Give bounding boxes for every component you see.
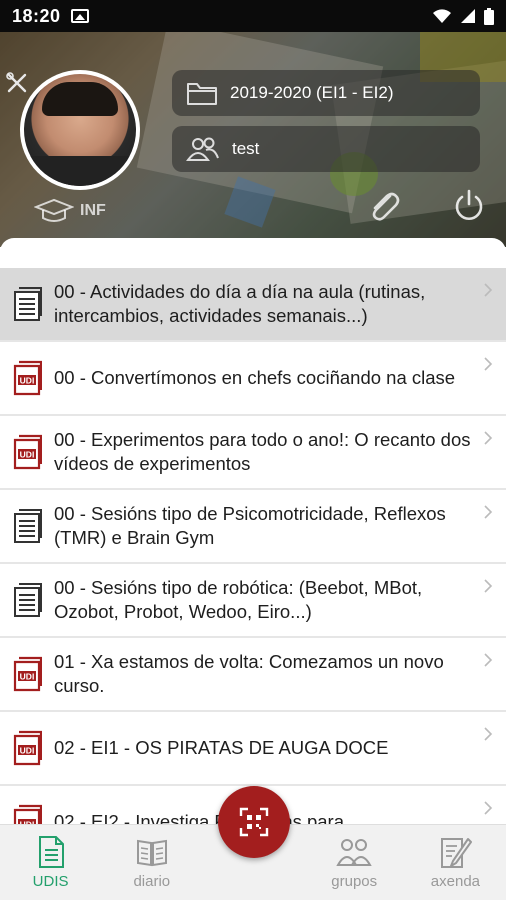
list-item[interactable]: 00 - Sesións tipo de Psicomotricidade, R… xyxy=(0,490,506,564)
agenda-icon xyxy=(441,838,473,868)
list-item-title: 00 - Sesións tipo de robótica: (Beebot, … xyxy=(54,577,423,622)
list-item-title: 01 - Xa estamos de volta: Comezamos un n… xyxy=(54,651,444,696)
diary-icon xyxy=(136,839,167,867)
tools-icon[interactable] xyxy=(6,72,28,94)
group-icon xyxy=(186,137,219,161)
udi-list: 00 - Actividades do día a día na aula (r… xyxy=(0,268,506,824)
status-time: 18:20 xyxy=(12,5,61,26)
tab-label: diario xyxy=(133,873,171,890)
chevron-right-icon xyxy=(484,801,493,815)
udi-document-icon: UDI xyxy=(13,730,42,766)
list-item[interactable]: UDI 00 - Convertímonos en chefs cociñando… xyxy=(0,342,506,416)
tab-axenda[interactable]: axenda xyxy=(405,825,506,900)
folder-icon xyxy=(187,83,217,105)
role-label: INF xyxy=(80,202,106,219)
tab-grupos[interactable]: grupos xyxy=(304,825,405,900)
udis-doc-icon xyxy=(38,836,64,868)
list-item-title: 00 - Convertímonos en chefs cociñando na… xyxy=(54,367,456,388)
list-item[interactable]: 00 - Sesións tipo de robótica: (Beebot, … xyxy=(0,564,506,638)
power-icon[interactable] xyxy=(452,188,486,222)
list-item-title: 00 - Sesións tipo de Psicomotricidade, R… xyxy=(54,503,446,548)
chevron-right-icon xyxy=(484,579,493,593)
list-item-title: 00 - Actividades do día a día na aula (r… xyxy=(54,281,426,326)
list-item[interactable]: UDI 01 - Xa estamos de volta: Comezamos u… xyxy=(0,638,506,712)
chevron-right-icon xyxy=(484,357,493,371)
svg-text:UDI: UDI xyxy=(20,746,35,756)
list-item[interactable]: 00 - Actividades do día a día na aula (r… xyxy=(0,268,506,342)
battery-icon xyxy=(484,7,494,25)
school-year-label: 2019-2020 (EI1 - EI2) xyxy=(230,83,394,102)
udi-document-icon: UDI xyxy=(13,360,42,396)
document-icon xyxy=(14,583,42,617)
tab-label: grupos xyxy=(331,873,378,890)
svg-text:UDI: UDI xyxy=(20,376,35,386)
svg-text:UDI: UDI xyxy=(20,672,35,682)
group-label: test xyxy=(232,139,260,158)
avatar[interactable] xyxy=(20,70,140,190)
qr-scan-button[interactable] xyxy=(218,786,290,858)
udi-document-icon: UDI xyxy=(13,434,42,470)
profile-header: INF 2019-2020 (EI1 - EI2) test xyxy=(0,32,506,247)
list-item-title: 02 - EI1 - OS PIRATAS DE AUGA DOCE xyxy=(54,737,389,758)
document-icon xyxy=(14,287,42,321)
groups-icon xyxy=(336,839,372,866)
document-icon xyxy=(14,509,42,543)
image-icon xyxy=(70,9,89,23)
tab-label: axenda xyxy=(430,873,481,890)
wifi-icon xyxy=(433,9,451,23)
chevron-right-icon xyxy=(484,727,493,741)
udi-document-icon: UDI xyxy=(13,656,42,692)
school-year-selector[interactable]: 2019-2020 (EI1 - EI2) xyxy=(172,70,480,116)
tab-udis[interactable]: UDIS xyxy=(0,825,101,900)
list-item[interactable]: UDI 02 - EI1 - OS PIRATAS DE AUGA DOCE xyxy=(0,712,506,786)
paperclip-icon[interactable] xyxy=(366,188,402,224)
tab-diario[interactable]: diario xyxy=(101,825,202,900)
list-item-title: 02 - EI2 - Investiga Pokemons para xyxy=(54,811,344,824)
status-bar: 18:20 xyxy=(0,0,506,32)
qr-scan-icon xyxy=(239,807,269,837)
chevron-right-icon xyxy=(484,283,493,297)
role-badge: INF xyxy=(34,198,106,224)
chevron-right-icon xyxy=(484,505,493,519)
chevron-right-icon xyxy=(484,431,493,445)
group-selector[interactable]: test xyxy=(172,126,480,172)
list-item-title: 00 - Experimentos para todo o ano!: O re… xyxy=(54,429,471,474)
graduation-cap-icon xyxy=(34,198,74,222)
udi-list-sheet: 00 - Actividades do día a día na aula (r… xyxy=(0,238,506,824)
svg-text:UDI: UDI xyxy=(20,450,35,460)
tab-label: UDIS xyxy=(32,873,69,890)
chevron-right-icon xyxy=(484,653,493,667)
list-item[interactable]: UDI 00 - Experimentos para todo o ano!: O… xyxy=(0,416,506,490)
udi-document-icon: UDI xyxy=(13,804,42,824)
signal-icon xyxy=(461,9,475,23)
